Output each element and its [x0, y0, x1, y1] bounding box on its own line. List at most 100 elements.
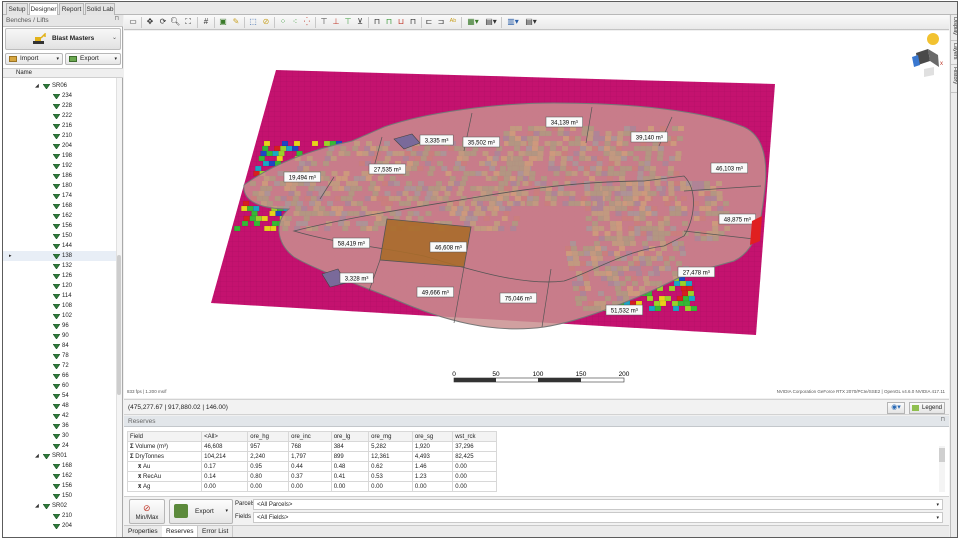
merge-icon[interactable]: ⊤ [343, 17, 353, 27]
parcel-label[interactable]: 58,419 m³ [332, 237, 370, 249]
tree-item[interactable]: 24 [3, 441, 116, 451]
fields-select[interactable]: <All Fields> ▾ [253, 512, 943, 523]
table-menu-icon[interactable]: ▤▾ [483, 17, 499, 27]
tree-item[interactable]: 36 [3, 421, 116, 431]
cut-icon[interactable]: ⊥ [331, 17, 341, 27]
globe-icon[interactable]: ◉▾ [887, 402, 905, 414]
parcel-label[interactable]: 49,666 m³ [416, 286, 454, 298]
parcel-label[interactable]: 35,502 m³ [462, 136, 500, 148]
tree-item[interactable]: 72 [3, 361, 116, 371]
parcel-label[interactable]: 46,103 m³ [710, 162, 748, 174]
parcel-label[interactable]: 3,328 m³ [339, 272, 374, 284]
tree-item[interactable]: 60 [3, 381, 116, 391]
tree-item[interactable]: 186 [3, 171, 116, 181]
tab-properties[interactable]: Properties [124, 526, 163, 537]
collapse-icon[interactable]: ◢ [35, 81, 39, 91]
tree-item[interactable]: 84 [3, 341, 116, 351]
tab-history[interactable]: History [951, 65, 957, 93]
layout-menu-icon[interactable]: ▤▾ [523, 17, 539, 27]
parcel-label[interactable]: 75,046 m³ [499, 292, 537, 304]
table-row[interactable]: x̄ RecAu 0.14 0.80 0.37 0.41 0.53 1.23 0.00 [126, 471, 497, 482]
tree-item[interactable]: 162 [3, 471, 116, 481]
3d-viewport[interactable]: 3,335 m³ 35,502 m³ 34,139 m³ 39,140 m³ 19,49… [124, 31, 949, 388]
image-icon[interactable]: ▣ [218, 17, 228, 27]
delete-point-icon[interactable]: ⁛ [302, 17, 312, 27]
tab-layers[interactable]: Layers [951, 41, 957, 65]
tree-item[interactable]: 108 [3, 301, 116, 311]
window-icon[interactable]: ▭ [128, 17, 138, 27]
chart-menu-icon[interactable]: ▦▾ [465, 17, 481, 27]
tab-reserves[interactable]: Reserves [162, 526, 199, 537]
parcel-label[interactable]: 34,139 m³ [545, 116, 583, 128]
tree-item[interactable]: 30 [3, 431, 116, 441]
table-row[interactable]: Σ DryTonnes 104,214 2,240 1,797 899 12,361 4,4… [126, 451, 497, 462]
tree-group[interactable]: ◢ SR06 [3, 81, 116, 91]
tree-item[interactable]: 132 [3, 261, 116, 271]
column-header[interactable]: ore_lg [330, 431, 370, 442]
tree-item[interactable]: 210 [3, 131, 116, 141]
measure-icon[interactable]: ⊐ [436, 17, 446, 27]
reserves-scrollbar-thumb[interactable] [939, 448, 945, 462]
column-header[interactable]: wst_rck [452, 431, 497, 442]
tree-item[interactable]: 192 [3, 161, 116, 171]
tree-item[interactable]: 150 [3, 491, 116, 501]
tree-item[interactable]: 48 [3, 401, 116, 411]
pit-bench-scene[interactable]: 3,335 m³ 35,502 m³ 34,139 m³ 39,140 m³ 19,49… [124, 31, 949, 388]
grid-icon[interactable]: # [201, 17, 211, 27]
tree-group[interactable]: ◢ SR02 [3, 501, 116, 511]
column-header[interactable]: ore_mg [368, 431, 413, 442]
tree-item[interactable]: 180 [3, 181, 116, 191]
tree-item[interactable]: 150 [3, 231, 116, 241]
pin-icon[interactable]: ⊓ [940, 416, 945, 423]
draw-icon[interactable]: ⊏ [424, 17, 434, 27]
table-row[interactable]: x̄ Ag 0.00 0.00 0.00 0.00 0.00 0.00 0.00 [126, 481, 497, 492]
tab-solid-lab[interactable]: Solid Lab [85, 3, 115, 15]
tree-item[interactable]: 162 [3, 211, 116, 221]
select-icon[interactable]: ⬚ [248, 17, 258, 27]
tree-item[interactable]: 126 [3, 271, 116, 281]
parcel-label[interactable]: 46,608 m³ [429, 241, 467, 253]
zoom-extents-icon[interactable]: ⛶ [183, 17, 193, 27]
column-header[interactable]: ore_sg [411, 431, 454, 442]
expand-icon[interactable]: ⊓ [384, 17, 394, 27]
align-icon[interactable]: ⊻ [355, 17, 365, 27]
tree-item[interactable]: 90 [3, 331, 116, 341]
minmax-button[interactable]: ⊘ Min/Max [129, 499, 165, 524]
tree-item[interactable]: 156 [3, 221, 116, 231]
collapse-icon[interactable]: ◢ [35, 501, 39, 511]
tree-item[interactable]: 102 [3, 311, 116, 321]
tree-item[interactable]: 168 [3, 201, 116, 211]
tree-item[interactable]: 42 [3, 411, 116, 421]
tree-item[interactable]: 228 [3, 101, 116, 111]
tab-report[interactable]: Report [59, 3, 84, 15]
pin-icon[interactable]: ⊓ [114, 15, 119, 22]
tree-item[interactable]: 198 [3, 151, 116, 161]
tree-item[interactable]: 114 [3, 291, 116, 301]
parcels-select[interactable]: <All Parcels> ▾ [253, 499, 943, 510]
tab-error-list[interactable]: Error List [198, 526, 234, 537]
parcel-label[interactable]: 51,532 m³ [605, 304, 643, 316]
tree-item[interactable]: 234 [3, 91, 116, 101]
rotate-icon[interactable]: ⟳ [158, 17, 168, 27]
tree-item[interactable]: 120 [3, 281, 116, 291]
tree-item[interactable]: 216 [3, 121, 116, 131]
export-button[interactable]: Export ▾ [65, 53, 121, 65]
parcel-label[interactable]: 27,478 m³ [677, 266, 715, 278]
parcel-label[interactable]: 3,335 m³ [419, 134, 454, 146]
tree-item[interactable]: 66 [3, 371, 116, 381]
tree-item[interactable]: 54 [3, 391, 116, 401]
column-header[interactable]: Field [126, 431, 203, 442]
tree-item[interactable]: 96 [3, 321, 116, 331]
tree-item[interactable]: ▸ 138 [3, 251, 116, 261]
tab-setup[interactable]: Setup [6, 3, 28, 15]
tree-group[interactable]: ◢ SR01 [3, 451, 116, 461]
table-row[interactable]: Σ Volume (m³) 46,608 957 768 384 5,282 1,920 37… [126, 441, 497, 452]
lasso-icon[interactable]: ⊘ [261, 17, 271, 27]
shrink-icon[interactable]: ⊔ [396, 17, 406, 27]
reserves-export-button[interactable]: Export ▾ [169, 499, 233, 524]
view-menu-icon[interactable]: ▥▾ [505, 17, 521, 27]
offset-icon[interactable]: ⊓ [372, 17, 382, 27]
pencil-icon[interactable]: ✎ [231, 17, 241, 27]
tree-scrollbar-thumb[interactable] [117, 255, 121, 395]
legend-button[interactable]: Legend [909, 402, 945, 414]
